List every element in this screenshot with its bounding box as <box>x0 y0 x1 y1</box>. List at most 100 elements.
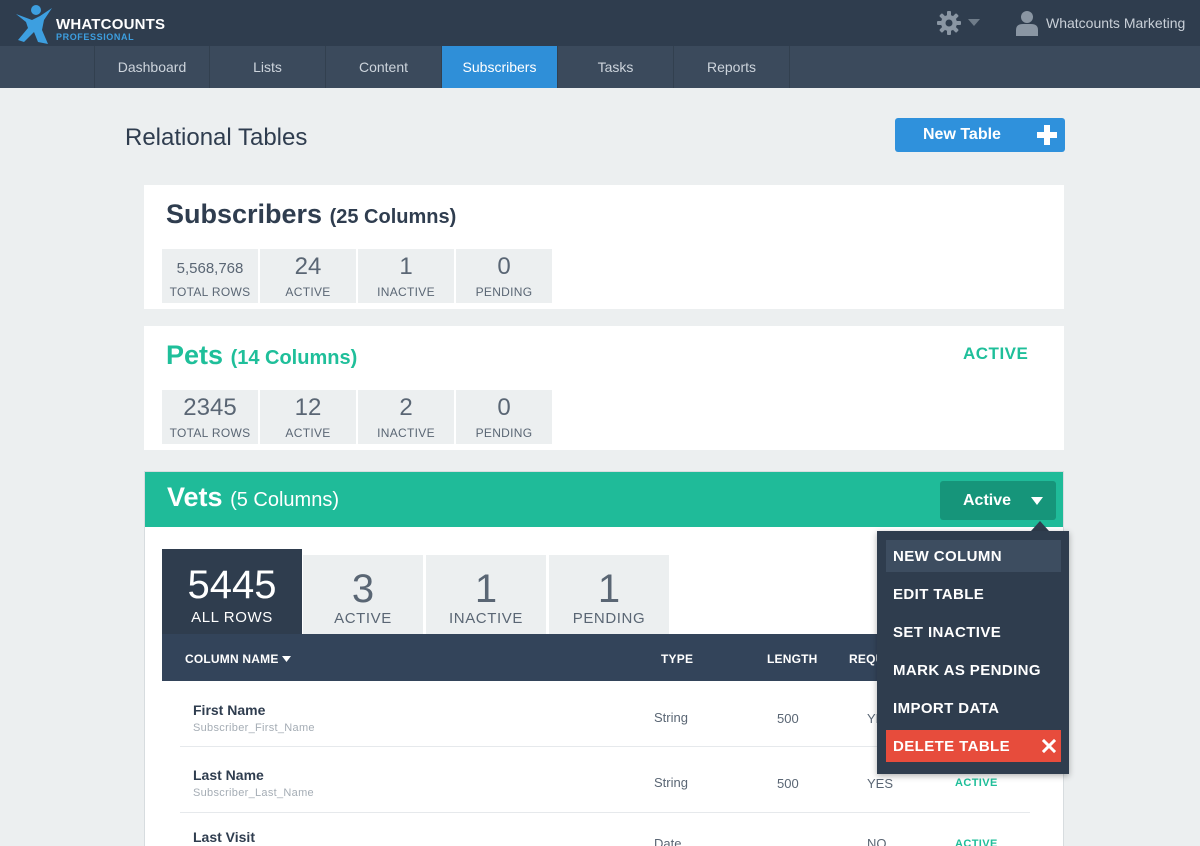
table-stats: 2345 TOTAL ROWS 12 ACTIVE 2 INACTIVE 0 P… <box>162 390 554 444</box>
logo-wordmark: WHATCOUNTS <box>56 16 166 33</box>
table-card-subscribers[interactable]: Subscribers (25 Columns) 5,568,768 TOTAL… <box>144 185 1064 309</box>
close-icon <box>1042 739 1056 753</box>
nav-tab-subscribers[interactable]: Subscribers <box>442 46 558 88</box>
stat-inactive: 2 INACTIVE <box>358 390 454 444</box>
menu-item-set-inactive[interactable]: SET INACTIVE <box>886 616 1061 648</box>
stat-label: PENDING <box>572 610 646 627</box>
stat-value: 1 <box>474 567 498 611</box>
stat-label: ACTIVE <box>334 610 392 627</box>
menu-item-delete-table[interactable]: DELETE TABLE <box>886 730 1061 762</box>
table-name: Pets <box>166 340 224 370</box>
menu-item-label: IMPORT DATA <box>893 700 1000 717</box>
column-required: NO <box>867 836 887 846</box>
user-name: Whatcounts Marketing <box>1046 15 1186 31</box>
table-title: Pets (14 Columns) <box>166 340 357 371</box>
status-dropdown-value: Active <box>963 492 1012 509</box>
stat-inactive[interactable]: 1 INACTIVE <box>426 555 546 635</box>
app-logo[interactable]: WHATCOUNTS PROFESSIONAL <box>14 4 174 44</box>
logo-edition: PROFESSIONAL <box>56 32 135 42</box>
column-display-name: Last Visit <box>193 829 255 845</box>
table-card-pets[interactable]: Pets (14 Columns) ACTIVE 2345 TOTAL ROWS… <box>144 326 1064 450</box>
stat-label: INACTIVE <box>377 285 435 299</box>
column-status: ACTIVE <box>955 777 998 789</box>
stat-value: 12 <box>294 394 322 421</box>
column-status: ACTIVE <box>955 838 998 846</box>
menu-item-label: MARK AS PENDING <box>893 662 1041 679</box>
stat-label: ACTIVE <box>285 426 331 440</box>
gear-icon <box>937 11 961 35</box>
column-type: Date <box>654 836 682 846</box>
column-display-name: First Name <box>193 702 266 718</box>
person-logo-icon <box>16 5 52 44</box>
stat-value: 0 <box>497 394 511 421</box>
stat-value: 2345 <box>183 394 237 421</box>
stat-total-rows: 5,568,768 TOTAL ROWS <box>162 249 258 303</box>
stat-value: 24 <box>294 253 322 280</box>
menu-item-edit-table[interactable]: EDIT TABLE <box>886 578 1061 610</box>
user-menu[interactable]: Whatcounts Marketing <box>1014 10 1185 36</box>
column-name-header[interactable]: COLUMN NAME <box>185 652 279 666</box>
nav-tab-tasks[interactable]: Tasks <box>558 46 674 88</box>
stat-pending[interactable]: 1 PENDING <box>549 555 669 635</box>
stat-label: INACTIVE <box>449 610 523 627</box>
table-stats: 5445 ALL ROWS 3 ACTIVE 1 INACTIVE 1 PEND… <box>162 549 672 635</box>
status-dropdown[interactable]: Active <box>940 481 1056 520</box>
menu-item-import-data[interactable]: IMPORT DATA <box>886 692 1061 724</box>
column-type: String <box>654 775 688 790</box>
nav-tab-lists[interactable]: Lists <box>210 46 326 88</box>
main-nav: Dashboard Lists Content Subscribers Task… <box>0 46 1200 88</box>
table-header[interactable]: Vets (5 Columns) Active <box>145 472 1063 527</box>
nav-tab-content[interactable]: Content <box>326 46 442 88</box>
stat-label: ALL ROWS <box>191 609 273 626</box>
table-name: Vets <box>167 482 223 512</box>
stat-label: TOTAL ROWS <box>169 426 251 440</box>
length-header: LENGTH <box>767 652 818 666</box>
table-stats: 5,568,768 TOTAL ROWS 24 ACTIVE 1 INACTIV… <box>162 249 554 303</box>
stat-active[interactable]: 3 ACTIVE <box>303 555 423 635</box>
stat-label: ACTIVE <box>285 285 331 299</box>
stat-active: 24 ACTIVE <box>260 249 356 303</box>
new-table-label: New Table <box>923 126 1001 143</box>
settings-menu-button[interactable] <box>936 10 982 36</box>
stat-label: PENDING <box>475 426 533 440</box>
column-field-name: Subscriber_First_Name <box>193 722 315 734</box>
stat-value: 2 <box>399 394 413 421</box>
stat-active: 12 ACTIVE <box>260 390 356 444</box>
stat-value: 3 <box>351 567 375 611</box>
table-row[interactable]: Last Visit Date NO ACTIVE <box>180 814 1030 846</box>
stat-value: 0 <box>497 253 511 280</box>
caret-down-icon <box>968 19 980 26</box>
stat-label: TOTAL ROWS <box>169 285 251 299</box>
table-name: Subscribers <box>166 199 323 229</box>
nav-tab-dashboard[interactable]: Dashboard <box>94 46 210 88</box>
stat-label: INACTIVE <box>377 426 435 440</box>
menu-item-new-column[interactable]: NEW COLUMN <box>886 540 1061 572</box>
table-actions-menu: NEW COLUMN EDIT TABLE SET INACTIVE MARK … <box>877 531 1069 774</box>
top-bar: WHATCOUNTS PROFESSIONAL Whatcounts Marke… <box>0 0 1200 46</box>
menu-item-mark-as-pending[interactable]: MARK AS PENDING <box>886 654 1061 686</box>
table-title: Subscribers (25 Columns) <box>166 199 456 230</box>
stat-all-rows[interactable]: 5445 ALL ROWS <box>162 549 302 635</box>
table-column-count: (5 Columns) <box>230 489 339 511</box>
stat-value: 5,568,768 <box>176 260 244 277</box>
stat-pending: 0 PENDING <box>456 390 552 444</box>
nav-tab-reports[interactable]: Reports <box>674 46 790 88</box>
table-title: Vets (5 Columns) <box>167 482 339 513</box>
column-length: 500 <box>777 711 799 726</box>
column-type: String <box>654 710 688 725</box>
page-title: Relational Tables <box>125 124 308 151</box>
menu-item-label: SET INACTIVE <box>893 624 1002 641</box>
caret-down-icon <box>1031 497 1043 505</box>
table-column-count: (14 Columns) <box>230 347 358 369</box>
menu-pointer <box>1031 521 1049 531</box>
new-table-button[interactable]: New Table <box>895 118 1065 152</box>
column-required: YES <box>867 776 894 791</box>
stat-pending: 0 PENDING <box>456 249 552 303</box>
stat-value: 5445 <box>187 563 277 607</box>
caret-down-icon[interactable] <box>282 656 291 662</box>
menu-item-label: EDIT TABLE <box>893 586 985 603</box>
stat-value: 1 <box>597 567 621 611</box>
table-column-count: (25 Columns) <box>329 206 457 228</box>
column-display-name: Last Name <box>193 767 264 783</box>
stat-value: 1 <box>399 253 413 280</box>
